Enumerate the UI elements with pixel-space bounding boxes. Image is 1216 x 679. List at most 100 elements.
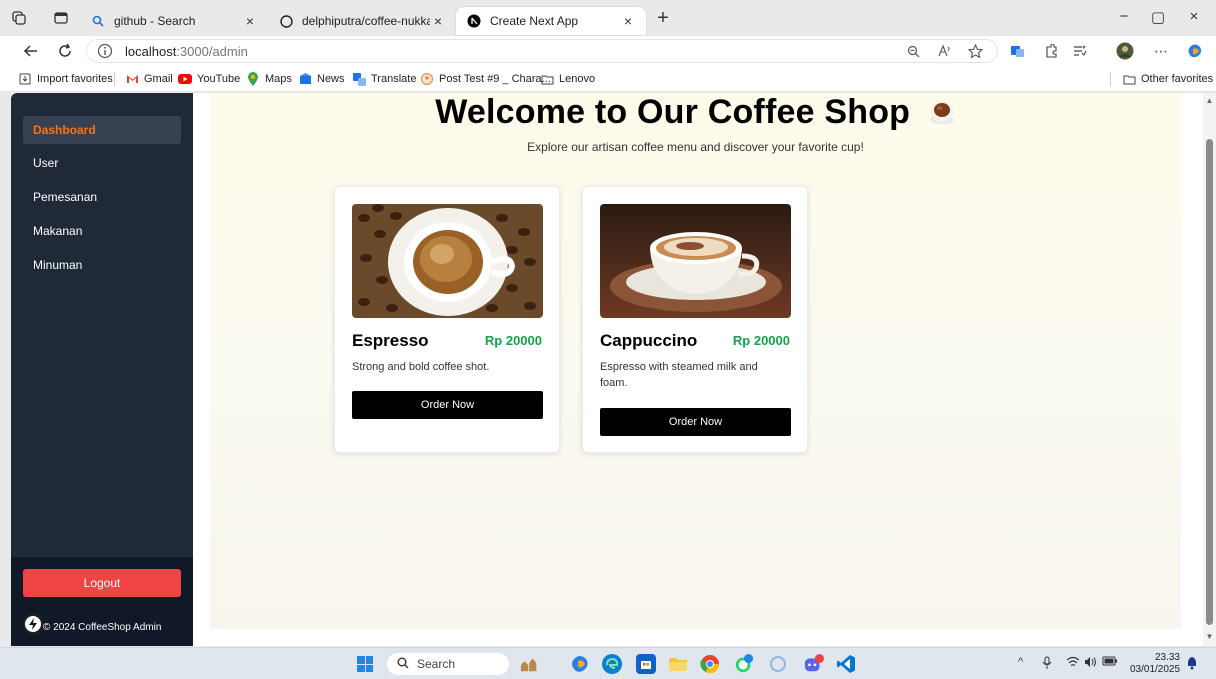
- product-card-espresso: Espresso Rp 20000 Strong and bold coffee…: [334, 186, 560, 453]
- maps-icon: [246, 72, 260, 86]
- favorite-gmail[interactable]: Gmail: [125, 71, 173, 87]
- github-icon: [278, 13, 294, 29]
- close-tab-icon[interactable]: ×: [242, 13, 258, 29]
- nextjs-dev-indicator-icon[interactable]: [23, 614, 43, 634]
- tab-create-next-app[interactable]: Create Next App ×: [456, 7, 646, 35]
- other-favorites[interactable]: Other favorites: [1122, 71, 1213, 87]
- product-price: Rp 20000: [732, 333, 790, 348]
- nextjs-icon: [466, 13, 482, 29]
- copilot-icon[interactable]: [1184, 40, 1206, 62]
- taskbar-search-label: Search: [417, 657, 456, 671]
- favorite-label: Gmail: [144, 73, 173, 85]
- windows-taskbar: Search ^ 23.33 03/01/2025: [0, 647, 1216, 679]
- favorite-maps[interactable]: Maps: [246, 71, 292, 87]
- browser-toolbar: localhost :3000/admin ⋯: [0, 36, 1216, 66]
- back-icon[interactable]: [20, 40, 42, 62]
- sidebar-footer: Logout © 2024 CoffeeShop Admin: [11, 557, 193, 646]
- tab-actions-icon[interactable]: [52, 9, 70, 27]
- favorite-label: Post Test #9 _ Chara...: [439, 73, 551, 85]
- logout-button[interactable]: Logout: [23, 569, 181, 597]
- microphone-icon[interactable]: [1042, 656, 1052, 673]
- store-icon[interactable]: [636, 654, 656, 674]
- favorite-translate[interactable]: Translate: [352, 71, 416, 87]
- scroll-up-icon[interactable]: ▲: [1203, 96, 1216, 105]
- clock-date: 03/01/2025: [1130, 664, 1181, 675]
- favorite-star-icon[interactable]: [964, 40, 986, 62]
- sidebar-item-pemesanan[interactable]: Pemesanan: [23, 183, 181, 211]
- whatsapp-icon[interactable]: [734, 654, 754, 674]
- admin-sidebar: Dashboard User Pemesanan Makanan Minuman…: [11, 93, 193, 646]
- new-tab-button[interactable]: +: [652, 8, 674, 30]
- maximize-button[interactable]: ▢: [1146, 8, 1170, 30]
- translate-extension-icon[interactable]: [1006, 40, 1028, 62]
- sidebar-item-dashboard[interactable]: Dashboard: [23, 116, 181, 144]
- page-subtitle: Explore our artisan coffee menu and disc…: [527, 140, 864, 154]
- refresh-icon[interactable]: [54, 40, 76, 62]
- chrome-icon[interactable]: [700, 654, 720, 674]
- scroll-down-icon[interactable]: ▼: [1203, 632, 1216, 641]
- favorite-label: Lenovo: [559, 73, 596, 85]
- page-scrollbar[interactable]: ▲ ▼: [1203, 93, 1216, 646]
- url-host: localhost: [125, 43, 177, 59]
- search-icon: [90, 13, 106, 29]
- loading-app-icon[interactable]: [768, 654, 788, 674]
- copilot-app-icon[interactable]: [570, 654, 590, 674]
- gmail-icon: [125, 72, 139, 86]
- windows-start-icon[interactable]: [357, 656, 373, 672]
- translate-icon: [352, 72, 366, 86]
- collections-icon[interactable]: [1068, 40, 1090, 62]
- sidebar-item-minuman[interactable]: Minuman: [23, 251, 181, 279]
- coffee-cup-icon: [928, 96, 956, 125]
- read-aloud-icon[interactable]: [934, 40, 956, 62]
- favorite-label: YouTube: [197, 73, 241, 85]
- page-viewport: Dashboard User Pemesanan Makanan Minuman…: [11, 93, 1216, 646]
- extensions-icon[interactable]: [1040, 40, 1062, 62]
- close-tab-icon[interactable]: ×: [430, 13, 446, 29]
- profile-avatar-icon[interactable]: [1114, 40, 1136, 62]
- order-now-button[interactable]: Order Now: [600, 408, 791, 436]
- favorite-youtube[interactable]: YouTube: [178, 71, 240, 87]
- product-price: Rp 20000: [484, 333, 542, 348]
- close-window-button[interactable]: ×: [1182, 8, 1206, 30]
- news-icon: [298, 72, 312, 86]
- volume-icon[interactable]: [1084, 656, 1097, 671]
- taskbar-search[interactable]: Search: [387, 653, 509, 675]
- battery-icon[interactable]: [1102, 656, 1118, 669]
- tab-github-search[interactable]: github - Search ×: [80, 7, 268, 35]
- search-icon: [397, 657, 409, 672]
- workspaces-icon[interactable]: [10, 9, 28, 27]
- scroll-thumb[interactable]: [1206, 139, 1213, 625]
- widgets-icon[interactable]: [520, 654, 540, 674]
- zoom-icon[interactable]: [902, 40, 924, 62]
- copyright-text: © 2024 CoffeeShop Admin: [43, 622, 162, 633]
- discord-icon[interactable]: [804, 654, 824, 674]
- minimize-button[interactable]: −: [1112, 8, 1136, 30]
- edge-icon[interactable]: [602, 654, 622, 674]
- show-hidden-icons-icon[interactable]: ^: [1018, 656, 1023, 668]
- file-explorer-icon[interactable]: [668, 654, 688, 674]
- favorite-label: Import favorites: [37, 73, 113, 85]
- favorite-import[interactable]: Import favorites: [18, 71, 113, 87]
- favorite-news[interactable]: News: [298, 71, 345, 87]
- youtube-icon: [178, 72, 192, 86]
- favorite-post-test[interactable]: Post Test #9 _ Chara...: [420, 71, 551, 87]
- taskbar-clock[interactable]: 23.33 03/01/2025: [1130, 652, 1180, 676]
- order-now-button[interactable]: Order Now: [352, 391, 543, 419]
- notification-bell-icon[interactable]: [1186, 656, 1198, 673]
- product-name: Espresso: [352, 331, 429, 350]
- favorite-label: News: [317, 73, 345, 85]
- address-bar[interactable]: localhost :3000/admin: [86, 39, 998, 63]
- product-description: Strong and bold coffee shot.: [352, 361, 490, 373]
- site-info-icon[interactable]: [97, 43, 113, 59]
- tab-coffee-nukka[interactable]: delphiputra/coffee-nukka ×: [268, 7, 456, 35]
- page-title-text: Welcome to Our Coffee Shop: [435, 93, 911, 131]
- vscode-icon[interactable]: [836, 654, 856, 674]
- sidebar-item-user[interactable]: User: [23, 149, 181, 177]
- more-menu-icon[interactable]: ⋯: [1150, 40, 1172, 62]
- favorite-lenovo[interactable]: Lenovo: [540, 71, 595, 87]
- favorite-label: Other favorites: [1141, 73, 1214, 85]
- web-icon: [420, 72, 434, 86]
- sidebar-item-makanan[interactable]: Makanan: [23, 217, 181, 245]
- close-tab-icon[interactable]: ×: [620, 13, 636, 29]
- wifi-icon[interactable]: [1066, 656, 1080, 671]
